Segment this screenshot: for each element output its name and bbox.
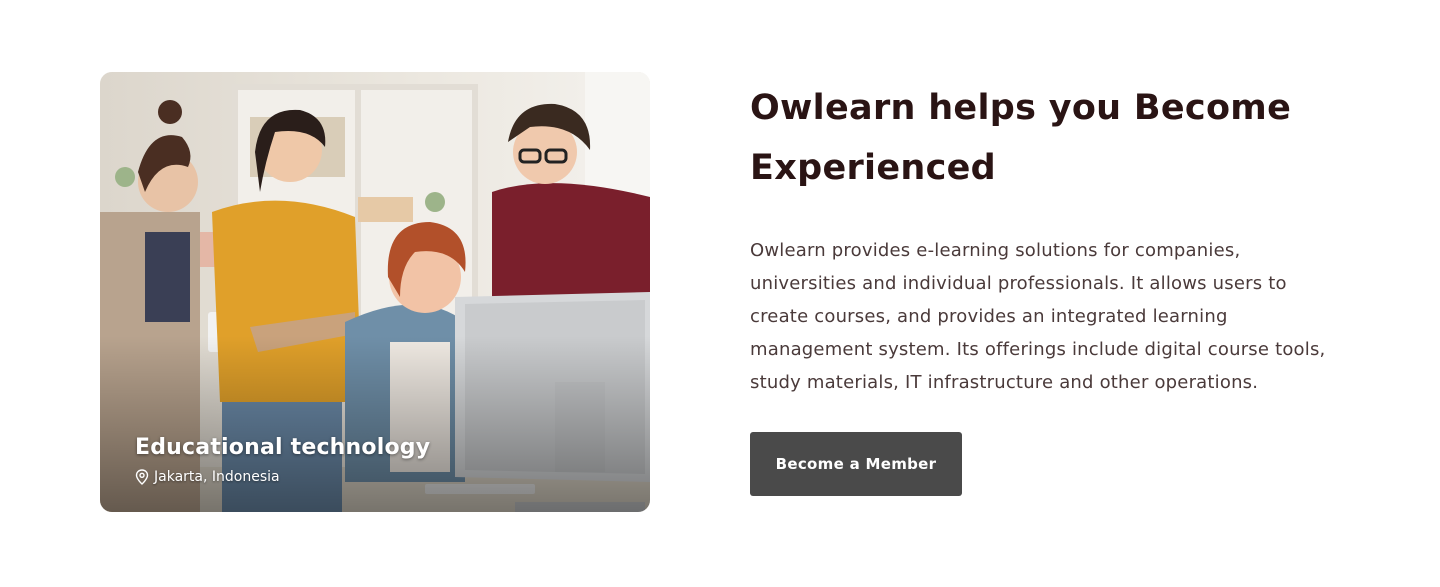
caption-title: Educational technology [135, 435, 431, 460]
description-text: Owlearn provides e-learning solutions fo… [750, 240, 1326, 393]
caption-location-text: Jakarta, Indonesia [154, 469, 280, 485]
photo-caption: Educational technology Jakarta, Indonesi… [135, 434, 430, 486]
caption-location: Jakarta, Indonesia [135, 468, 430, 486]
about-section: Educational technology Jakarta, Indonesi… [0, 0, 1440, 587]
about-content: Owlearn helps you Become Experienced Owl… [750, 78, 1350, 496]
map-pin-icon [135, 469, 149, 485]
page-title: Owlearn helps you Become Experienced [750, 88, 1292, 188]
team-photo-card: Educational technology Jakarta, Indonesi… [100, 72, 650, 512]
become-member-button[interactable]: Become a Member [750, 432, 962, 496]
